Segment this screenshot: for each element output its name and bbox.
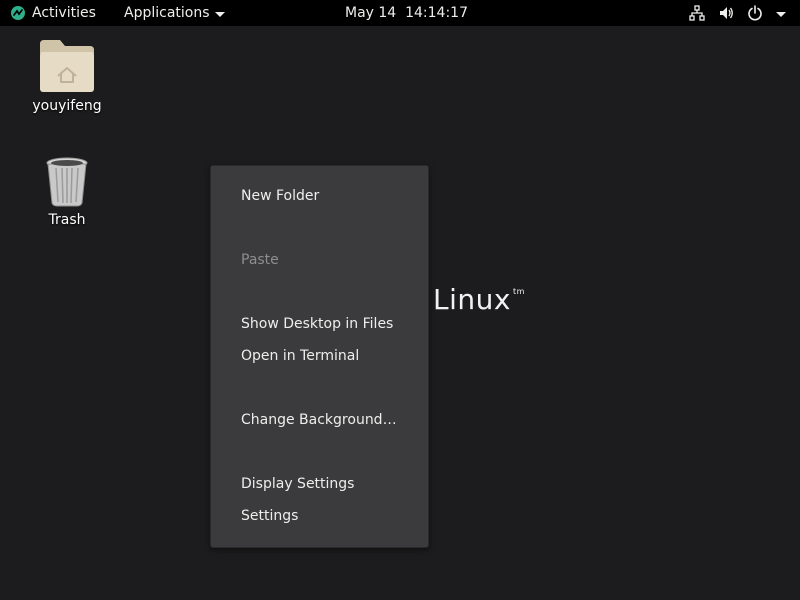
watermark-text: Linux bbox=[433, 283, 511, 316]
desktop-icon-home[interactable]: youyifeng bbox=[22, 38, 112, 114]
network-icon[interactable] bbox=[689, 5, 705, 21]
menu-item-change-background[interactable]: Change Background… bbox=[241, 412, 397, 428]
menu-item-new-folder[interactable]: New Folder bbox=[241, 188, 319, 204]
home-folder-icon bbox=[40, 40, 94, 92]
desktop-icon-label: Trash bbox=[48, 212, 86, 228]
desktop-context-menu: New Folder Paste Show Desktop in Files O… bbox=[210, 165, 429, 548]
clock[interactable]: May 14 14:14:17 bbox=[345, 0, 468, 26]
menu-item-display-settings[interactable]: Display Settings bbox=[241, 476, 354, 492]
watermark-tm: tm bbox=[512, 287, 525, 296]
desktop-icon-label: youyifeng bbox=[32, 98, 102, 114]
applications-menu[interactable]: Applications bbox=[124, 0, 225, 26]
chevron-down-icon bbox=[214, 11, 225, 17]
activities-button[interactable]: Activities bbox=[10, 0, 96, 26]
distro-logo-icon bbox=[11, 6, 25, 20]
trash-icon bbox=[46, 157, 88, 207]
activities-label: Activities bbox=[32, 5, 96, 21]
volume-icon[interactable] bbox=[718, 5, 734, 21]
chevron-down-icon[interactable] bbox=[776, 11, 786, 17]
desktop-icon-trash[interactable]: Trash bbox=[22, 156, 112, 228]
menu-item-settings[interactable]: Settings bbox=[241, 508, 298, 524]
power-icon[interactable] bbox=[747, 5, 763, 21]
menu-item-paste: Paste bbox=[241, 252, 279, 268]
menu-item-show-desktop-in-files[interactable]: Show Desktop in Files bbox=[241, 316, 393, 332]
system-tray[interactable] bbox=[689, 0, 786, 26]
linux-watermark: Linux tm bbox=[433, 283, 525, 316]
applications-label: Applications bbox=[124, 5, 210, 21]
top-bar: Activities Applications May 14 14:14:17 bbox=[0, 0, 800, 26]
menu-item-open-in-terminal[interactable]: Open in Terminal bbox=[241, 348, 359, 364]
